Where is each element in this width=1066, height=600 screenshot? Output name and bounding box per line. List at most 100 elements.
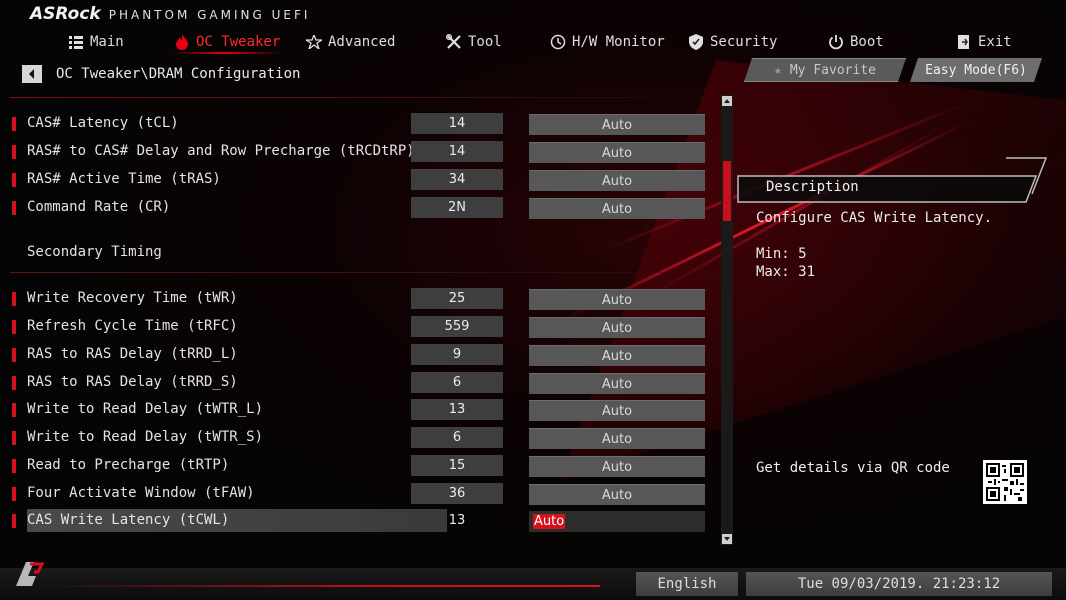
current-value: 9 [411,344,503,365]
row-marker [12,117,16,131]
active-tab-indicator [170,52,280,54]
current-value: 559 [411,316,503,337]
breadcrumb: OC Tweaker\DRAM Configuration [56,66,301,82]
setting-option[interactable]: Auto [529,484,705,505]
setting-row[interactable]: RAS# to CAS# Delay and Row Precharge (tR… [0,140,720,164]
footer-accent [40,585,600,587]
chevron-down-icon [724,537,730,541]
setting-option[interactable]: Auto [529,456,705,477]
setting-row[interactable]: Refresh Cycle Time (tRFC) 559 Auto [0,315,720,339]
setting-row[interactable]: Write to Read Delay (tWTR_S) 6 Auto [0,426,720,450]
description-min: Min: 5 [756,246,807,262]
date-time: Tue 09/03/2019. 21:23:12 [746,572,1052,596]
setting-row[interactable]: Four Activate Window (tFAW) 36 Auto [0,482,720,506]
qr-label: Get details via QR code [756,460,950,476]
setting-label: Four Activate Window (tFAW) [27,485,255,501]
setting-row[interactable]: RAS# Active Time (tRAS) 34 Auto [0,168,720,192]
setting-label: CAS Write Latency (tCWL) [27,512,230,528]
main-nav: Main OC Tweaker Advanced Tool H/W Monito… [0,30,1066,54]
setting-label: Write to Read Delay (tWTR_S) [27,429,264,445]
current-value: 14 [411,141,503,162]
setting-option[interactable]: Auto [529,289,705,310]
scroll-up-arrow[interactable] [722,96,732,106]
setting-label: Write Recovery Time (tWR) [27,290,238,306]
chevron-up-icon [724,99,730,103]
setting-label: Command Rate (CR) [27,199,171,215]
scrollbar[interactable] [721,95,733,545]
power-icon [828,34,844,50]
tab-main[interactable]: Main [68,30,124,54]
setting-option[interactable]: Auto [529,142,705,163]
setting-row[interactable]: RAS to RAS Delay (tRRD_S) 6 Auto [0,371,720,395]
current-value: 13 [411,399,503,420]
tab-tool-label: Tool [468,34,502,50]
current-value: 15 [411,455,503,476]
row-marker [12,348,16,362]
qr-code [983,460,1027,504]
setting-option[interactable]: Auto [529,511,705,532]
scroll-down-arrow[interactable] [722,534,732,544]
tab-security[interactable]: Security [688,30,777,54]
setting-label: Read to Precharge (tRTP) [27,457,230,473]
easy-mode-button[interactable]: Easy Mode(F6) [910,58,1042,82]
setting-row[interactable]: Write to Read Delay (tWTR_L) 13 Auto [0,398,720,422]
brand-subtitle: PHANTOM GAMING UEFI [108,8,311,22]
setting-label: Write to Read Delay (tWTR_L) [27,401,264,417]
setting-row[interactable]: RAS to RAS Delay (tRRD_L) 9 Auto [0,343,720,367]
tab-oc-tweaker-label: OC Tweaker [196,34,281,50]
setting-option[interactable]: Auto [529,428,705,449]
tab-exit-label: Exit [978,34,1012,50]
setting-option[interactable]: Auto [529,373,705,394]
row-marker [12,487,16,501]
current-value: 6 [411,372,503,393]
setting-label: CAS# Latency (tCL) [27,115,179,131]
setting-option[interactable]: Auto [529,170,705,191]
brand-header: ASRock PHANTOM GAMING UEFI [30,4,310,30]
tab-hw-monitor-label: H/W Monitor [572,34,665,50]
description-max: Max: 31 [756,264,816,280]
qr-code-icon [986,463,1024,501]
current-value: 13 [448,513,466,528]
setting-row[interactable]: Write Recovery Time (tWR) 25 Auto [0,287,720,311]
tab-advanced[interactable]: Advanced [306,30,395,54]
setting-label: RAS to RAS Delay (tRRD_L) [27,346,238,362]
setting-row[interactable]: Command Rate (CR) 2N Auto [0,196,720,220]
scroll-thumb[interactable] [723,161,731,221]
tab-tool[interactable]: Tool [446,30,502,54]
setting-option[interactable]: Auto [529,400,705,421]
setting-option[interactable]: Auto [529,317,705,338]
tab-exit[interactable]: Exit [956,30,1012,54]
tab-hw-monitor[interactable]: H/W Monitor [550,30,665,54]
row-marker [12,320,16,334]
current-value: 14 [411,113,503,134]
tab-oc-tweaker[interactable]: OC Tweaker [174,30,280,54]
back-button[interactable] [22,65,42,83]
row-marker [12,459,16,473]
setting-row-selected[interactable]: CAS Write Latency (tCWL) 13 Auto [0,509,720,533]
setting-row[interactable]: CAS# Latency (tCL) 14 Auto [0,112,720,136]
setting-label: RAS# Active Time (tRAS) [27,171,221,187]
phantom-gaming-logo [16,562,45,586]
setting-option[interactable]: Auto [529,114,705,135]
language-button[interactable]: English [636,572,738,596]
current-value: 36 [411,483,503,504]
setting-row[interactable]: Read to Precharge (tRTP) 15 Auto [0,454,720,478]
exit-icon [956,34,972,50]
tab-boot[interactable]: Boot [828,30,884,54]
divider [10,97,716,98]
star-icon [306,34,322,50]
section-title: Secondary Timing [27,244,162,260]
my-favorite-button[interactable]: ★ My Favorite [744,58,906,82]
setting-option[interactable]: Auto [529,345,705,366]
tools-icon [446,34,462,50]
setting-option[interactable]: Auto [529,198,705,219]
divider [10,272,716,273]
easy-mode-label: Easy Mode(F6) [925,62,1027,78]
row-marker [12,173,16,187]
setting-label: Refresh Cycle Time (tRFC) [27,318,238,334]
current-value: 2N [411,197,503,218]
setting-label: RAS to RAS Delay (tRRD_S) [27,374,238,390]
setting-option-text: Auto [533,514,566,529]
tab-advanced-label: Advanced [328,34,396,50]
row-marker [12,292,16,306]
